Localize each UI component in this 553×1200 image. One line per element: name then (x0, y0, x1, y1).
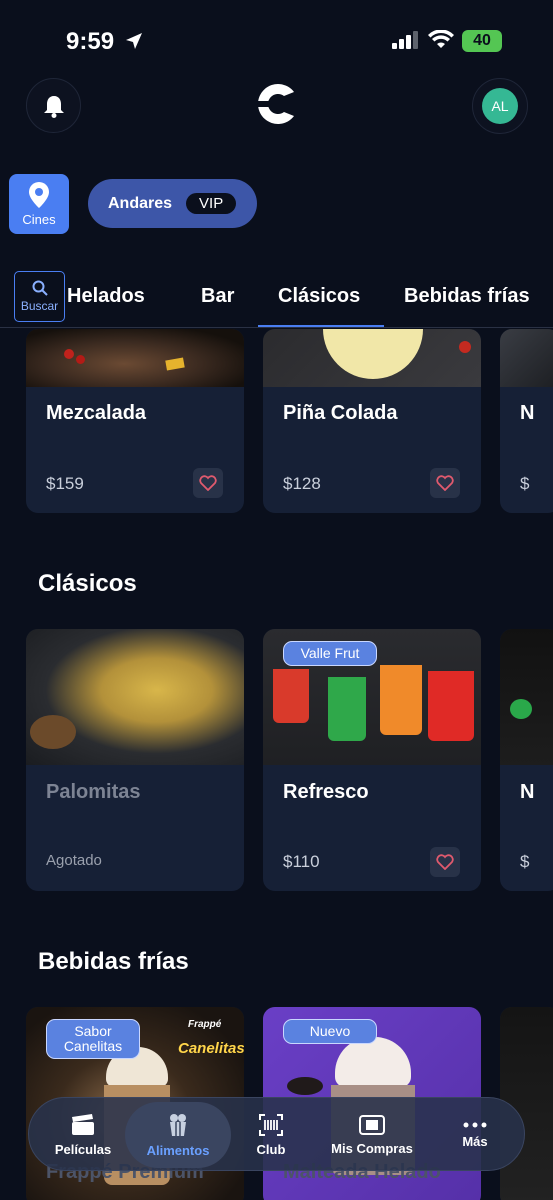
frappe-brand-top: Frappé (188, 1019, 222, 1030)
search-button[interactable]: Buscar (14, 271, 65, 322)
active-tab-indicator (258, 325, 384, 327)
product-card-partial[interactable]: N $ (500, 329, 553, 513)
favorite-button[interactable] (430, 468, 460, 498)
vip-badge: VIP (186, 193, 237, 214)
clapperboard-icon (72, 1113, 94, 1135)
tab-bebidas-frias[interactable]: Bebidas frías (404, 285, 530, 308)
theater-selector[interactable]: Andares VIP (88, 179, 257, 228)
nav-club[interactable]: Club (233, 1098, 309, 1172)
product-image (26, 629, 244, 765)
section-title-bebidas-frias: Bebidas frías (38, 948, 189, 975)
bottom-navigation: Películas Alimentos Club Mis Compras Más (28, 1097, 525, 1171)
nav-label: Más (462, 1133, 488, 1149)
tab-bar[interactable]: Bar (201, 285, 234, 308)
product-price: $ (520, 474, 530, 493)
product-card-mezcalada[interactable]: Mezcalada $159 (26, 329, 244, 513)
product-card-partial[interactable]: N $ (500, 629, 553, 891)
map-pin-icon (29, 181, 49, 208)
product-image (263, 329, 481, 387)
product-image (500, 629, 553, 765)
product-card-pina-colada[interactable]: Piña Colada $128 (263, 329, 481, 513)
product-image (26, 329, 244, 387)
product-name: N (520, 402, 535, 424)
product-name: Palomitas (46, 781, 141, 803)
nav-label: Mis Compras (331, 1140, 413, 1156)
product-tag: Sabor Canelitas (46, 1019, 140, 1059)
product-card-palomitas[interactable]: Palomitas Agotado (26, 629, 244, 891)
nav-peliculas[interactable]: Películas (43, 1098, 123, 1172)
section-title-clasicos: Clásicos (38, 570, 137, 597)
battery-level: 40 (473, 32, 491, 49)
status-bar: 9:59 40 (0, 0, 553, 80)
nav-label: Alimentos (146, 1142, 210, 1158)
product-name: N (520, 781, 535, 803)
product-card-refresco[interactable]: Valle Frut Refresco $110 (263, 629, 481, 891)
product-tag: Valle Frut (283, 641, 377, 666)
nav-mis-compras[interactable]: Mis Compras (319, 1098, 425, 1172)
sold-out-label: Agotado (46, 852, 102, 869)
heart-icon (436, 475, 454, 491)
barcode-scan-icon (259, 1113, 283, 1136)
battery-indicator: 40 (462, 30, 502, 52)
favorite-button[interactable] (430, 847, 460, 877)
heart-icon (199, 475, 217, 491)
favorite-button[interactable] (193, 468, 223, 498)
product-name: Refresco (283, 781, 369, 803)
cines-button[interactable]: Cines (9, 174, 69, 234)
avatar: AL (482, 88, 518, 124)
ticket-icon (359, 1114, 385, 1135)
product-price: $128 (283, 474, 321, 493)
nav-alimentos[interactable]: Alimentos (131, 1098, 225, 1172)
cines-label: Cines (22, 211, 56, 227)
popcorn-icon (170, 1113, 186, 1136)
product-name: Piña Colada (283, 402, 398, 424)
product-price: $159 (46, 474, 84, 493)
search-icon (32, 280, 48, 296)
heart-icon (436, 854, 454, 870)
category-tabs: Buscar Helados Bar Clásicos Bebidas fría… (0, 260, 553, 328)
canelitas-brand: Canelitas (178, 1040, 244, 1057)
product-image (500, 329, 553, 387)
status-time: 9:59 (66, 28, 115, 55)
product-tag: Nuevo (283, 1019, 377, 1044)
more-dots-icon (463, 1122, 487, 1127)
product-name: Mezcalada (46, 402, 147, 424)
search-label: Buscar (20, 299, 59, 313)
wifi-icon (428, 30, 454, 48)
cell-signal-icon (392, 31, 418, 49)
tab-helados[interactable]: Helados (67, 285, 145, 308)
notifications-button[interactable] (26, 78, 81, 133)
nav-mas[interactable]: Más (439, 1098, 511, 1172)
nav-label: Películas (54, 1141, 112, 1157)
product-price: $110 (283, 852, 320, 871)
profile-button[interactable]: AL (472, 78, 528, 134)
avatar-initials: AL (491, 98, 509, 114)
location-arrow-icon (126, 33, 142, 49)
nav-label: Club (256, 1141, 286, 1157)
theater-name: Andares (108, 194, 173, 212)
product-price: $ (520, 852, 530, 871)
bell-icon (43, 95, 64, 118)
cinepolis-logo (258, 84, 294, 124)
tab-clasicos[interactable]: Clásicos (278, 285, 360, 308)
